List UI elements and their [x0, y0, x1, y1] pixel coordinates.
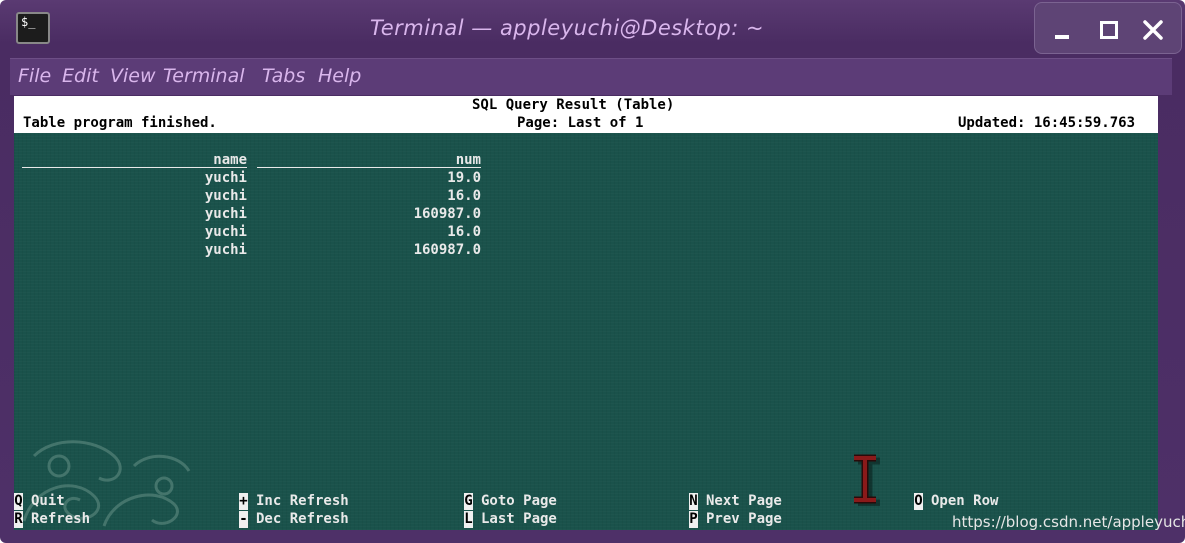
menu-edit[interactable]: Edit: [62, 65, 99, 87]
title-bar[interactable]: $_ Terminal — appleyuchi@Desktop: ~: [0, 0, 1185, 56]
app-icon-label: $_: [21, 15, 36, 29]
table-cell-name: yuchi: [204, 170, 247, 186]
window-controls: [1034, 2, 1182, 54]
shortcut-key-quit: Q: [14, 493, 23, 510]
column-underline-name: [22, 167, 247, 168]
table-cell-num: 160987.0: [413, 242, 481, 258]
maximize-icon[interactable]: [1091, 11, 1127, 47]
table-cell-num: 19.0: [447, 170, 481, 186]
shortcut-label-prev-page: Prev Page: [706, 511, 782, 527]
menu-help[interactable]: Help: [318, 65, 361, 87]
shortcut-key-dec-refresh: -: [239, 511, 248, 528]
shortcut-label-dec-refresh: Dec Refresh: [256, 511, 349, 527]
shortcut-key-open-row: O: [914, 493, 923, 510]
shortcut-label-last-page: Last Page: [481, 511, 557, 527]
table-cell-name: yuchi: [204, 188, 247, 204]
shortcut-key-inc-refresh: +: [239, 493, 248, 510]
text-cursor-icon: [854, 454, 880, 506]
close-icon[interactable]: [1135, 11, 1171, 47]
minimize-icon[interactable]: [1045, 11, 1081, 47]
table-cell-name: yuchi: [204, 224, 247, 240]
menu-view[interactable]: View: [110, 65, 156, 87]
shortcut-label-next-page: Next Page: [706, 493, 782, 509]
menu-bar: File Edit View Terminal Tabs Help: [10, 58, 1172, 95]
result-header: SQL Query Result (Table) Table program f…: [14, 96, 1158, 133]
shortcut-key-goto-page: G: [464, 493, 473, 510]
shortcut-key-last-page: L: [464, 511, 473, 528]
shortcut-key-next-page: N: [689, 493, 698, 510]
menu-terminal[interactable]: Terminal: [163, 65, 245, 87]
table-cell-num: 16.0: [447, 188, 481, 204]
table-cell-num: 16.0: [447, 224, 481, 240]
watermark-url: https://blog.csdn.net/appleyuchi: [952, 513, 1185, 531]
shortcut-key-prev-page: P: [689, 511, 698, 528]
shortcut-label-quit: Quit: [31, 493, 65, 509]
terminal-app-icon[interactable]: $_: [16, 12, 50, 44]
shortcut-label-goto-page: Goto Page: [481, 493, 557, 509]
header-updated: Updated: 16:45:59.763: [958, 115, 1136, 131]
shortcut-key-refresh: R: [14, 511, 23, 528]
header-status: Table program finished.: [23, 115, 217, 131]
header-page: Page: Last of 1: [517, 115, 644, 131]
window-title: Terminal — appleyuchi@Desktop: ~: [370, 16, 765, 40]
column-underline-num: [257, 167, 481, 168]
header-title: SQL Query Result (Table): [472, 97, 675, 113]
table-cell-name: yuchi: [204, 242, 247, 258]
table-cell-num: 160987.0: [413, 206, 481, 222]
shortcut-label-refresh: Refresh: [31, 511, 91, 527]
shortcut-label-inc-refresh: Inc Refresh: [256, 493, 349, 509]
terminal-window: $_ Terminal — appleyuchi@Desktop: ~ File…: [0, 0, 1185, 543]
shortcut-label-open-row: Open Row: [931, 493, 999, 509]
table-cell-name: yuchi: [204, 206, 247, 222]
terminal-area[interactable]: SQL Query Result (Table) Table program f…: [14, 96, 1158, 530]
menu-file[interactable]: File: [18, 65, 51, 87]
menu-tabs[interactable]: Tabs: [262, 65, 305, 87]
